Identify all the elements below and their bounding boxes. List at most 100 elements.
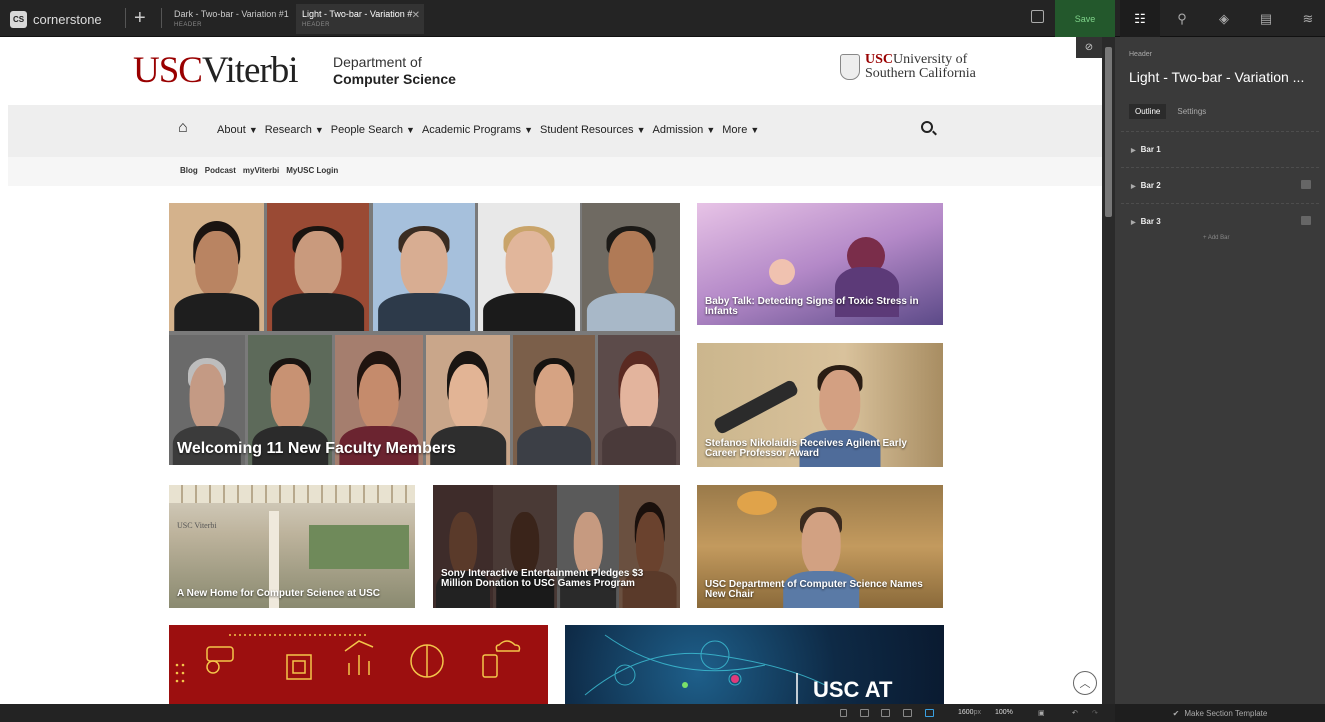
tablet-icon[interactable] [881,709,890,717]
make-section-template-button[interactable]: ✔ Make Section Template [1115,704,1325,722]
hide-eye-icon[interactable]: ⊘ [1076,37,1102,58]
tab-settings[interactable]: Settings [1171,104,1212,119]
section-label: Header [1129,51,1152,58]
department-name: Department of Computer Science [333,54,456,88]
tab-title: Dark - Two-bar - Variation #1 [174,9,289,19]
canvas-scrollbar[interactable] [1102,37,1115,704]
subnav-blog[interactable]: Blog [180,166,198,175]
scrollbar-thumb[interactable] [1105,47,1112,217]
usc-at-banner[interactable]: USC AT [565,625,944,704]
header-bar-3: Blog Podcast myViterbi MyUSC Login [8,157,1102,186]
cornerstone-logo[interactable]: CS cornerstone [10,9,102,29]
red-graphic-banner[interactable] [169,625,548,704]
nav-student-resources[interactable]: Student Resources ▼ [540,124,646,136]
nav-admission[interactable]: Admission ▼ [653,124,716,136]
faculty-photo [169,203,264,331]
bar-label: Bar 1 [1140,145,1161,154]
person-photo [619,485,680,608]
caret-right-icon[interactable]: ▶ [1131,184,1136,190]
tile-caption: Baby Talk: Detecting Signs of Toxic Stre… [705,296,919,317]
outline-bar-1[interactable]: ▶ Bar 1 [1121,131,1319,167]
faculty-tile[interactable]: Welcoming 11 New Faculty Members [169,203,680,465]
laptop-icon[interactable] [903,709,912,717]
layout-icon[interactable]: ☷ [1120,0,1160,37]
university-text: USCUniversity of Southern California [865,53,976,81]
new-home-tile[interactable]: USC Viterbi A New Home for Computer Scie… [169,485,415,608]
stefanos-tile[interactable]: Stefanos Nikolaidis Receives Agilent Ear… [697,343,943,467]
chevron-down-icon: ▼ [406,125,415,135]
sony-tile[interactable]: Sony Interactive Entertainment Pledges $… [433,485,680,608]
save-button[interactable]: Save [1055,0,1115,37]
app-name: cornerstone [33,11,102,27]
search-icon[interactable]: ⚲ [1162,0,1202,37]
panel-tabs: Outline Settings [1129,104,1212,119]
scroll-top-button[interactable]: ︿ [1073,671,1097,695]
main-nav: About ▼ Research ▼ People Search ▼ Acade… [217,124,759,136]
caret-right-icon[interactable]: ▶ [1131,220,1136,226]
tab-outline[interactable]: Outline [1129,104,1167,119]
tab-type: HEADER [302,22,331,28]
usc-university-logo[interactable]: USCUniversity of Southern California [840,53,976,81]
subnav-podcast[interactable]: Podcast [205,166,236,175]
external-link-icon[interactable] [1031,10,1044,23]
element-icon[interactable]: ◈ [1204,0,1244,37]
nav-research[interactable]: Research ▼ [265,124,324,136]
faculty-photo [478,203,580,331]
nav-label: Research [264,124,312,136]
add-bar-button[interactable]: + Add Bar [1203,235,1230,241]
width-readout[interactable]: 1600px [958,709,981,716]
chevron-down-icon: ▼ [314,125,324,135]
width-value: 1600 [958,709,974,716]
new-chair-tile[interactable]: USC Department of Computer Science Names… [697,485,943,608]
layers-icon[interactable]: ≋ [1288,0,1325,37]
robot-arm-shape [712,378,800,436]
desktop-icon[interactable] [925,709,934,717]
nav-academic-programs[interactable]: Academic Programs ▼ [422,124,533,136]
outline-bar-3[interactable]: ▶ Bar 3 [1121,203,1319,239]
redo-icon[interactable]: ↷ [1092,709,1098,717]
person-photo [433,485,493,608]
nav-label: Student Resources [539,124,634,136]
bar-label: Bar 3 [1140,217,1161,226]
nav-about[interactable]: About ▼ [217,124,258,136]
tab-dark-two-bar[interactable]: Dark - Two-bar - Variation #1 HEADER [168,4,289,34]
close-icon[interactable]: ✕ [412,10,420,21]
illustration-shape [769,259,795,285]
nav-people-search[interactable]: People Search ▼ [331,124,415,136]
tile-caption: Welcoming 11 New Faculty Members [177,440,456,457]
chevron-down-icon: ▼ [750,125,760,135]
template-icon[interactable]: ▤ [1246,0,1286,37]
search-icon[interactable] [921,121,933,133]
sub-nav: Blog Podcast myViterbi MyUSC Login [180,166,338,175]
phone-landscape-icon[interactable] [860,709,869,717]
chevron-down-icon: ▼ [524,125,533,135]
code-icon[interactable]: ▣ [1038,709,1045,717]
usc-seal-icon [840,54,860,80]
divider [125,8,126,28]
subnav-myusc-login[interactable]: MyUSC Login [286,166,338,175]
nav-label: Academic Programs [421,124,521,136]
zoom-readout[interactable]: 100% [995,709,1013,716]
nav-label: People Search [330,124,403,136]
trees [309,525,409,569]
divider [161,8,162,28]
baby-talk-tile[interactable]: Baby Talk: Detecting Signs of Toxic Stre… [697,203,943,325]
nav-more[interactable]: More ▼ [722,124,759,136]
nav-label: Admission [652,124,704,136]
undo-icon[interactable]: ↶ [1072,709,1078,717]
width-unit: px [973,709,981,716]
caret-right-icon[interactable]: ▶ [1131,148,1136,154]
tab-light-two-bar[interactable]: Light - Two-bar - Variation # HEADER ✕ [296,4,424,34]
bar-badge-icon [1301,216,1311,225]
univ-line-2: Southern California [865,66,976,81]
phone-icon[interactable] [840,709,847,717]
check-circle-icon: ✔ [1172,708,1180,718]
outline-bar-2[interactable]: ▶ Bar 2 [1121,167,1319,203]
add-tab-icon[interactable]: + [134,6,146,30]
usc-viterbi-logo[interactable]: USCViterbi [133,49,299,92]
subnav-myviterbi[interactable]: myViterbi [243,166,279,175]
tile-caption: A New Home for Computer Science at USC [177,588,381,599]
home-icon[interactable]: ⌂ [178,119,188,137]
inspector-panel: Header Light - Two-bar - Variation ... O… [1115,37,1325,704]
panel-title: Light - Two-bar - Variation ... [1129,69,1305,85]
